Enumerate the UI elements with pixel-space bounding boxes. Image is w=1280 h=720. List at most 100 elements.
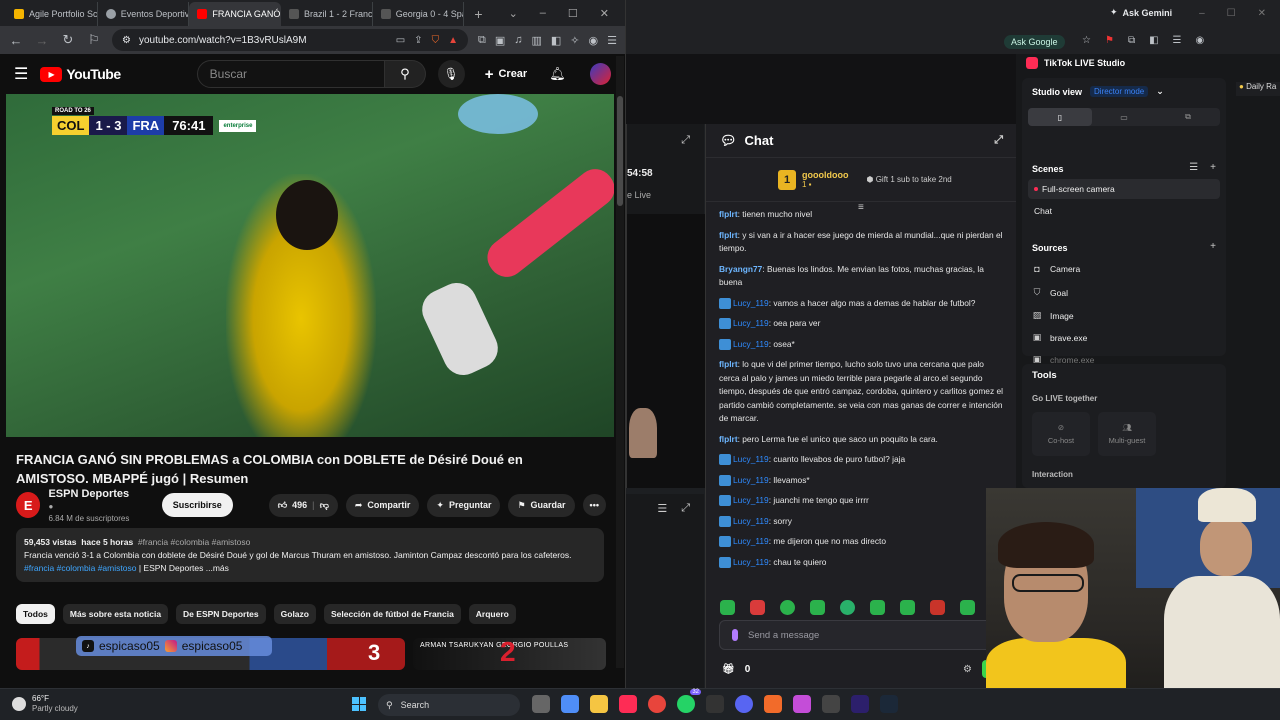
chat-username[interactable]: Bryangn77 [719,264,762,274]
vpn-icon[interactable]: ◉ [589,34,599,47]
app-icon[interactable] [793,695,811,713]
source-brave[interactable]: ▣ brave.exe [1032,332,1088,343]
windows-start-icon[interactable] [352,697,366,711]
sidebar-icon[interactable]: ◧ [1149,35,1158,46]
rewards-icon[interactable]: ▲ [448,35,458,46]
app-icon[interactable] [706,695,724,713]
chrome-icon[interactable] [648,695,666,713]
director-mode-badge[interactable]: Director mode [1090,86,1149,97]
chat-username[interactable]: Lucy_119 [733,475,769,485]
site-info-icon[interactable]: ⚙ [122,35,131,46]
close-icon[interactable]: ✕ [1258,8,1266,19]
video-player[interactable]: ROAD TO 26 COL 1 - 3 FRA 76:41 enterpris… [6,94,614,437]
menu-icon[interactable]: ☰ [1173,35,1182,46]
cast-icon[interactable]: ▭ [396,35,405,46]
dual-icon[interactable]: ⧉ [1156,108,1220,126]
cohost-button[interactable]: ⊘ Co-host [1032,412,1090,456]
gift-prompt[interactable]: ⬢ Gift 1 sub to take 2nd [866,175,951,184]
multiguest-button[interactable]: 👥︎ Multi-guest [1098,412,1156,456]
emote[interactable] [810,600,825,615]
chat-username[interactable]: Lucy_119 [733,557,769,567]
url-field[interactable]: ⚙ youtube.com/watch?v=1B3vRUslA9M ▭ ⇪ ⛉ ▲ [112,29,468,51]
reload-icon[interactable]: ↻ [60,32,76,48]
chat-settings-icon[interactable]: ⚙ [963,664,972,675]
chat-username[interactable]: Lucy_119 [733,495,769,505]
maximize-icon[interactable]: ☐ [568,7,578,20]
tab-francia[interactable]: FRANCIA GANÓ✕ [189,2,281,26]
chat-username[interactable]: Lucy_119 [733,516,769,526]
source-image[interactable]: ▨ Image [1032,310,1074,321]
mic-icon[interactable] [732,629,738,641]
music-icon[interactable]: ♫ [514,34,522,47]
back-icon[interactable]: ← [8,33,24,48]
chat-username[interactable]: Lucy_119 [733,536,769,546]
emote[interactable] [900,600,915,615]
minimize-icon[interactable]: – [1199,8,1205,19]
task-view-icon[interactable] [532,695,550,713]
new-tab-icon[interactable]: + [464,6,492,26]
emote[interactable] [750,600,765,615]
more-actions-button[interactable]: ••• [582,494,606,516]
subscribe-button[interactable]: Suscribirse [161,493,233,517]
add-source-icon[interactable]: + [1210,241,1216,252]
weather-widget[interactable]: 66°F Partly cloudy [12,694,78,714]
leo-icon[interactable]: ✧ [570,34,579,47]
emote[interactable] [720,600,735,615]
chip-espn[interactable]: De ESPN Deportes [176,604,266,624]
whatsapp-icon[interactable]: 32 [677,689,701,713]
channel-avatar[interactable]: E [16,492,41,518]
profile-icon[interactable]: ◉ [1196,35,1205,46]
filter-icon[interactable]: ☰ [657,502,667,515]
chat-messages-list[interactable]: flplrt: tienen mucho nivel flplrt: y si v… [719,208,1003,596]
puzzle-icon[interactable]: ⧉ [1128,35,1135,46]
ask-google-button[interactable]: Ask Google [1004,35,1065,49]
chat-username[interactable]: Lucy_119 [733,318,769,328]
file-explorer-icon[interactable] [590,695,608,713]
star-icon[interactable]: ☆ [1082,35,1091,46]
expand-icon[interactable]: ⤢ [681,134,690,147]
video-description[interactable]: 59,453 vistas hace 5 horas #francia #col… [16,528,604,582]
description-hashtags[interactable]: #francia #colombia #amistoso [138,537,250,547]
tab-brazil[interactable]: Brazil 1 - 2 Franc [281,2,373,26]
tab-eventos[interactable]: Eventos Deportiv [98,2,190,26]
extension-icon[interactable]: ⚑ [1105,35,1114,46]
share-button[interactable]: ➦ Compartir [345,493,420,517]
bookmark-icon[interactable]: ⚐ [86,32,102,48]
tiktok-icon[interactable] [619,695,637,713]
tab-georgia[interactable]: Georgia 0 - 4 Spa [373,2,465,26]
points-icon[interactable]: 🎁︎ [722,664,735,675]
landscape-icon[interactable]: ▭ [1092,108,1156,126]
emote[interactable] [930,600,945,615]
brave-icon[interactable] [764,695,782,713]
thumbs-down-icon[interactable]: 👎︎ [320,500,329,511]
save-button[interactable]: ⚑ Guardar [508,493,575,517]
brave-shield-icon[interactable]: ⛉ [432,35,440,46]
obs-icon[interactable] [822,695,840,713]
scene-item-chat[interactable]: Chat [1028,201,1220,221]
description-links[interactable]: #francia #colombia #amistoso [24,563,136,573]
tab-agile[interactable]: Agile Portfolio Sc [6,2,98,26]
expand-icon[interactable]: ⤢ [681,502,690,515]
account-avatar[interactable] [589,63,611,85]
sidebar-icon[interactable]: ◧ [551,34,561,47]
chevron-down-icon[interactable]: ⌄ [1156,86,1164,97]
portrait-icon[interactable]: ▯ [1028,108,1092,126]
ask-button[interactable]: ✦ Preguntar [427,493,501,517]
description-more[interactable]: | ESPN Deportes ...más [139,563,229,573]
chat-username[interactable]: Lucy_119 [733,298,769,308]
hamburger-menu-icon[interactable]: ☰ [14,64,28,84]
ask-gemini-button[interactable]: ✦ Ask Gemini [1110,7,1172,18]
emote[interactable] [870,600,885,615]
screenshot-icon[interactable]: ▣ [495,34,505,47]
chat-username[interactable]: flplrt [719,434,738,444]
page-scrollbar[interactable] [616,56,624,668]
youtube-logo[interactable]: ▶ YouTube [40,66,121,82]
reading-list-icon[interactable]: ▥ [531,34,541,47]
close-icon[interactable]: ✕ [600,7,609,20]
premiere-icon[interactable] [851,695,869,713]
add-scene-icon[interactable]: + [1210,162,1216,173]
gifter-name[interactable]: goooldooo [802,170,848,180]
chat-username[interactable]: flplrt [719,209,738,219]
chat-username[interactable]: Lucy_119 [733,339,769,349]
chat-username[interactable]: flplrt [719,359,738,369]
